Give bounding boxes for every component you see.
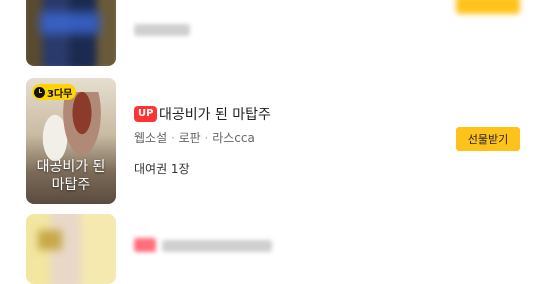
list-item-bottom-pixelated[interactable] <box>0 212 540 284</box>
author-label: 라스cca <box>212 131 255 145</box>
meta-separator: · <box>204 131 209 145</box>
ticket-info: 대여권 1장 <box>134 162 190 176</box>
blurred-button[interactable] <box>456 0 520 14</box>
clock-icon <box>34 86 45 98</box>
blurred-badge <box>134 238 156 252</box>
cover-image[interactable]: 3다무 대공비가 된 마탑주 <box>26 78 116 204</box>
gift-receive-button[interactable]: 선물받기 <box>456 127 520 151</box>
blurred-cover-detail <box>40 12 100 34</box>
meta-separator: · <box>170 131 175 145</box>
category-label: 로판 <box>178 131 201 145</box>
blurred-title <box>162 240 272 252</box>
cover-title: 대공비가 된 마탑주 <box>30 158 112 194</box>
blurred-cover-image[interactable] <box>26 0 116 66</box>
cover-title-line2: 마탑주 <box>51 177 91 193</box>
item-meta: 웹소설 · 로판 · 라스cca <box>134 129 255 146</box>
wait-free-badge: 3다무 <box>32 84 77 100</box>
list-item-top-pixelated[interactable] <box>0 0 540 70</box>
cover-title-line1: 대공비가 된 <box>36 159 106 175</box>
blurred-cover-detail <box>38 230 62 250</box>
cover-figure-right <box>60 92 104 162</box>
up-badge: UP <box>134 106 158 122</box>
blurred-text <box>134 24 190 36</box>
item-title[interactable]: 대공비가 된 마탑주 <box>159 104 271 124</box>
blurred-cover-image[interactable] <box>26 214 116 284</box>
list-item-main[interactable]: 3다무 대공비가 된 마탑주 UP 대공비가 된 마탑주 웹소설 · 로판 · … <box>0 76 540 206</box>
genre-label: 웹소설 <box>134 131 168 145</box>
wait-free-badge-label: 3다무 <box>47 88 73 100</box>
